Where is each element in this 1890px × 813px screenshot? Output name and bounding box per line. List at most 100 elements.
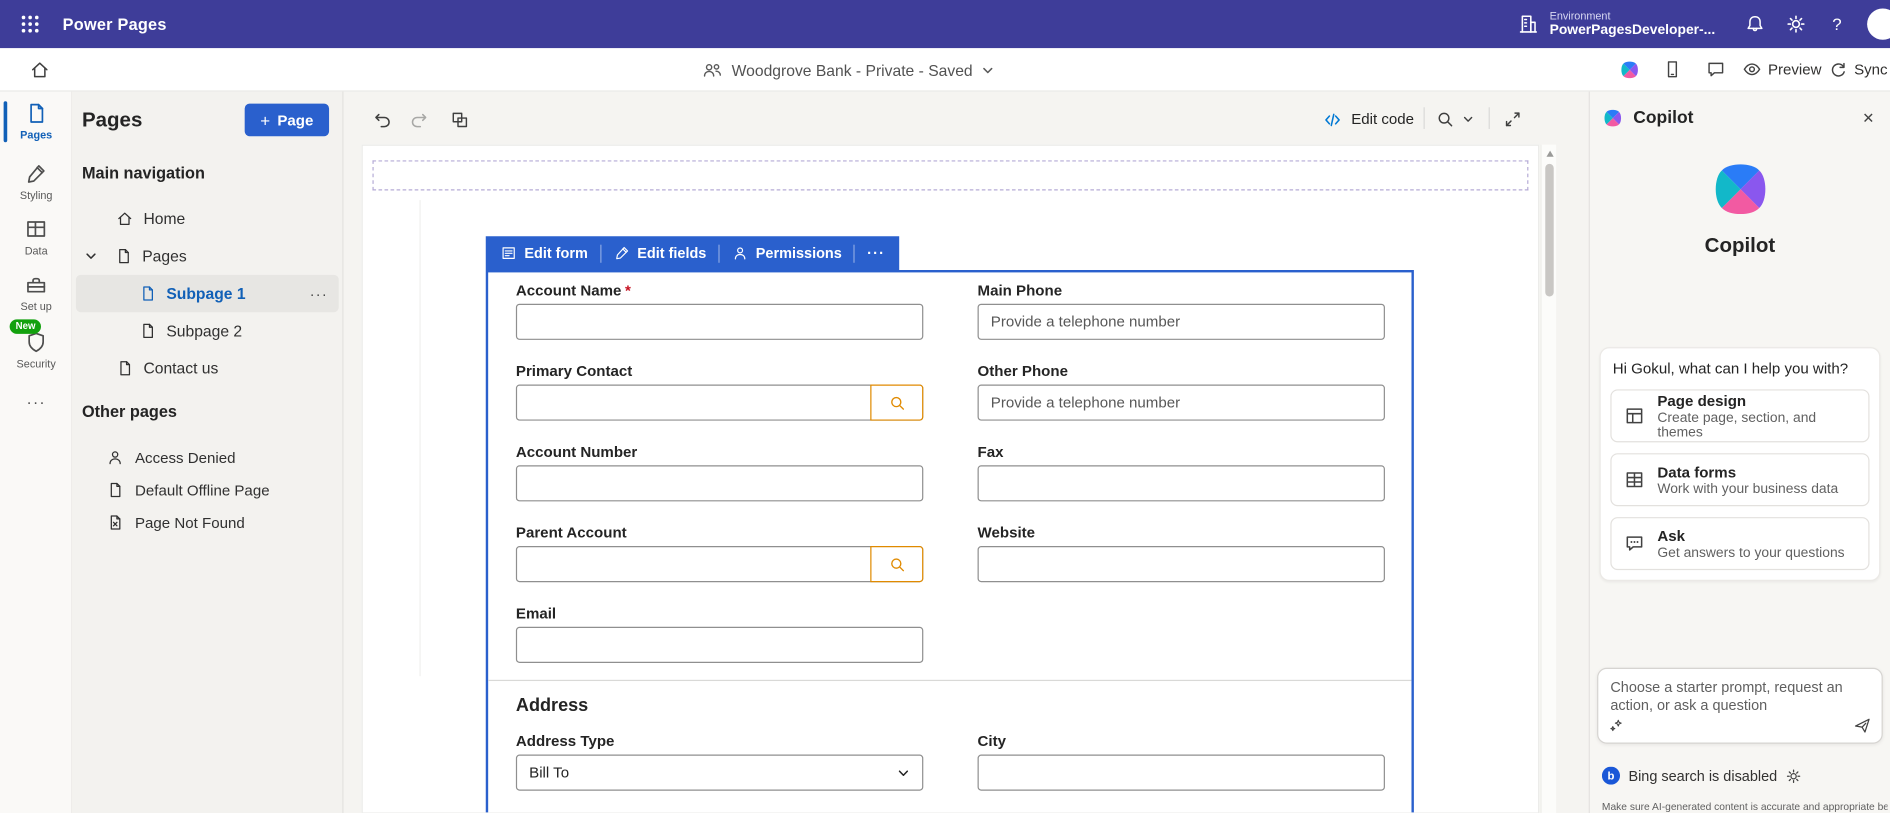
gear-icon — [1785, 13, 1807, 35]
toolbox-icon — [24, 272, 48, 296]
rail-more-button[interactable]: ··· — [0, 393, 72, 411]
preview-button[interactable]: Preview — [1741, 51, 1821, 87]
redo-icon — [408, 109, 428, 129]
parent-account-input[interactable] — [516, 546, 923, 582]
bell-icon — [1744, 13, 1766, 35]
account-avatar[interactable] — [1867, 8, 1890, 39]
main-phone-input[interactable] — [978, 304, 1385, 340]
section-title-main-navigation: Main navigation — [82, 164, 205, 182]
code-icon — [1322, 109, 1342, 129]
row-more-button[interactable]: ··· — [310, 285, 339, 302]
add-page-button[interactable]: + Page — [245, 104, 329, 137]
chevron-down-icon — [1462, 113, 1474, 125]
scroll-up-arrow[interactable] — [1546, 151, 1553, 157]
permissions-button[interactable]: Permissions — [720, 236, 854, 270]
email-input[interactable] — [516, 627, 923, 663]
suggestion-page-design[interactable]: Page design Create page, section, and th… — [1610, 389, 1869, 442]
help-button[interactable]: ? — [1816, 0, 1857, 48]
empty-section-placeholder[interactable] — [372, 160, 1528, 190]
lookup-search-button[interactable] — [870, 385, 923, 421]
scrollbar-thumb[interactable] — [1545, 164, 1553, 297]
zoom-control[interactable] — [1436, 104, 1475, 135]
send-button[interactable] — [1853, 716, 1872, 735]
bing-settings-button[interactable] — [1786, 767, 1803, 784]
account-number-input[interactable] — [516, 465, 923, 501]
settings-button[interactable] — [1775, 0, 1816, 48]
building-icon — [1516, 12, 1540, 36]
site-page-canvas[interactable]: Edit form Edit fields Permissions ··· — [362, 145, 1540, 813]
lookup-search-button[interactable] — [870, 546, 923, 582]
copilot-hero: Copilot — [1590, 157, 1890, 258]
site-title-menu[interactable]: Woodgrove Bank - Private - Saved — [702, 48, 995, 91]
close-copilot-button[interactable]: ✕ — [1854, 104, 1883, 133]
nav-item-home[interactable]: Home — [72, 200, 342, 237]
basic-form-component[interactable]: Account Name* Main Phone Primary Contact — [486, 270, 1414, 813]
website-input[interactable] — [978, 546, 1385, 582]
other-item-access-denied[interactable]: Access Denied — [72, 441, 342, 474]
toolbar-divider — [1489, 107, 1490, 129]
copilot-hero-title: Copilot — [1590, 234, 1890, 258]
account-name-input[interactable] — [516, 304, 923, 340]
environment-picker[interactable]: Environment PowerPagesDeveloper-... — [1497, 0, 1735, 48]
address-type-select[interactable]: Bill To — [516, 755, 923, 791]
rail-item-security[interactable]: New Security — [0, 330, 72, 370]
form-fields-grid: Account Name* Main Phone Primary Contact — [516, 282, 1387, 663]
rail-item-data[interactable]: Data — [0, 217, 72, 257]
edit-code-button[interactable]: Edit code — [1322, 104, 1414, 135]
send-icon — [1853, 716, 1872, 735]
copilot-suggestions: Hi Gokul, what can I help you with? Page… — [1600, 347, 1881, 581]
notifications-button[interactable] — [1735, 0, 1776, 48]
copilot-toggle-button[interactable] — [1611, 51, 1647, 87]
edit-form-button[interactable]: Edit form — [488, 236, 600, 270]
copilot-prompt-input[interactable]: Choose a starter prompt, request an acti… — [1597, 668, 1883, 744]
prompt-guide-button[interactable] — [1608, 717, 1626, 735]
copilot-greeting: Hi Gokul, what can I help you with? — [1613, 360, 1867, 377]
undo-button[interactable] — [368, 105, 397, 134]
top-app-bar: Power Pages Environment PowerPagesDevelo… — [0, 0, 1890, 48]
rail-item-styling[interactable]: Styling — [0, 162, 72, 202]
suggestion-data-forms[interactable]: Data forms Work with your business data — [1610, 453, 1869, 506]
form-more-button[interactable]: ··· — [855, 236, 897, 270]
fullscreen-button[interactable] — [1498, 105, 1527, 134]
city-input[interactable] — [978, 755, 1385, 791]
chevron-down-icon — [897, 766, 910, 779]
rail-item-setup[interactable]: Set up — [0, 272, 72, 312]
form-field-email: Email — [516, 605, 923, 663]
app-launcher-button[interactable] — [12, 6, 48, 42]
layers-button[interactable] — [445, 105, 474, 134]
expand-icon — [1503, 110, 1522, 129]
redo-button[interactable] — [404, 105, 433, 134]
device-preview-button[interactable] — [1655, 51, 1691, 87]
edit-fields-button[interactable]: Edit fields — [601, 236, 718, 270]
environment-text: Environment PowerPagesDeveloper-... — [1550, 9, 1716, 39]
bing-icon — [1602, 767, 1620, 785]
nav-item-contact-us[interactable]: Contact us — [72, 350, 342, 387]
page-icon — [106, 481, 124, 499]
sync-button[interactable]: Sync — [1829, 51, 1888, 87]
suggestion-ask[interactable]: Ask Get answers to your questions — [1610, 517, 1869, 570]
tablet-icon — [1662, 59, 1682, 79]
other-phone-input[interactable] — [978, 385, 1385, 421]
rail-item-pages[interactable]: Pages — [0, 101, 72, 141]
page-icon — [139, 322, 157, 340]
search-icon — [888, 394, 906, 412]
form-field-website: Website — [978, 524, 1385, 582]
commandbar-right-group: Preview Sync — [1611, 48, 1890, 90]
fax-input[interactable] — [978, 465, 1385, 501]
nav-item-subpage-2[interactable]: Subpage 2 — [72, 312, 342, 349]
address-fields-grid: Address Type Bill To City — [516, 733, 1387, 791]
canvas-scrollbar[interactable] — [1540, 145, 1556, 813]
table-icon — [24, 217, 48, 241]
form-field-account-number: Account Number — [516, 444, 923, 502]
nav-item-subpage-1[interactable]: Subpage 1 ··· — [76, 275, 339, 312]
copilot-header: Copilot ✕ — [1602, 104, 1883, 133]
other-item-page-not-found[interactable]: Page Not Found — [72, 506, 342, 539]
other-item-default-offline[interactable]: Default Offline Page — [72, 474, 342, 507]
home-button[interactable] — [24, 57, 55, 84]
empty-grid-cell — [978, 605, 1385, 663]
primary-contact-input[interactable] — [516, 385, 923, 421]
bing-status-text: Bing search is disabled — [1628, 767, 1777, 784]
nav-item-pages-group[interactable]: Pages — [72, 237, 342, 274]
comments-button[interactable] — [1698, 51, 1734, 87]
ellipsis-icon: ··· — [867, 245, 885, 262]
